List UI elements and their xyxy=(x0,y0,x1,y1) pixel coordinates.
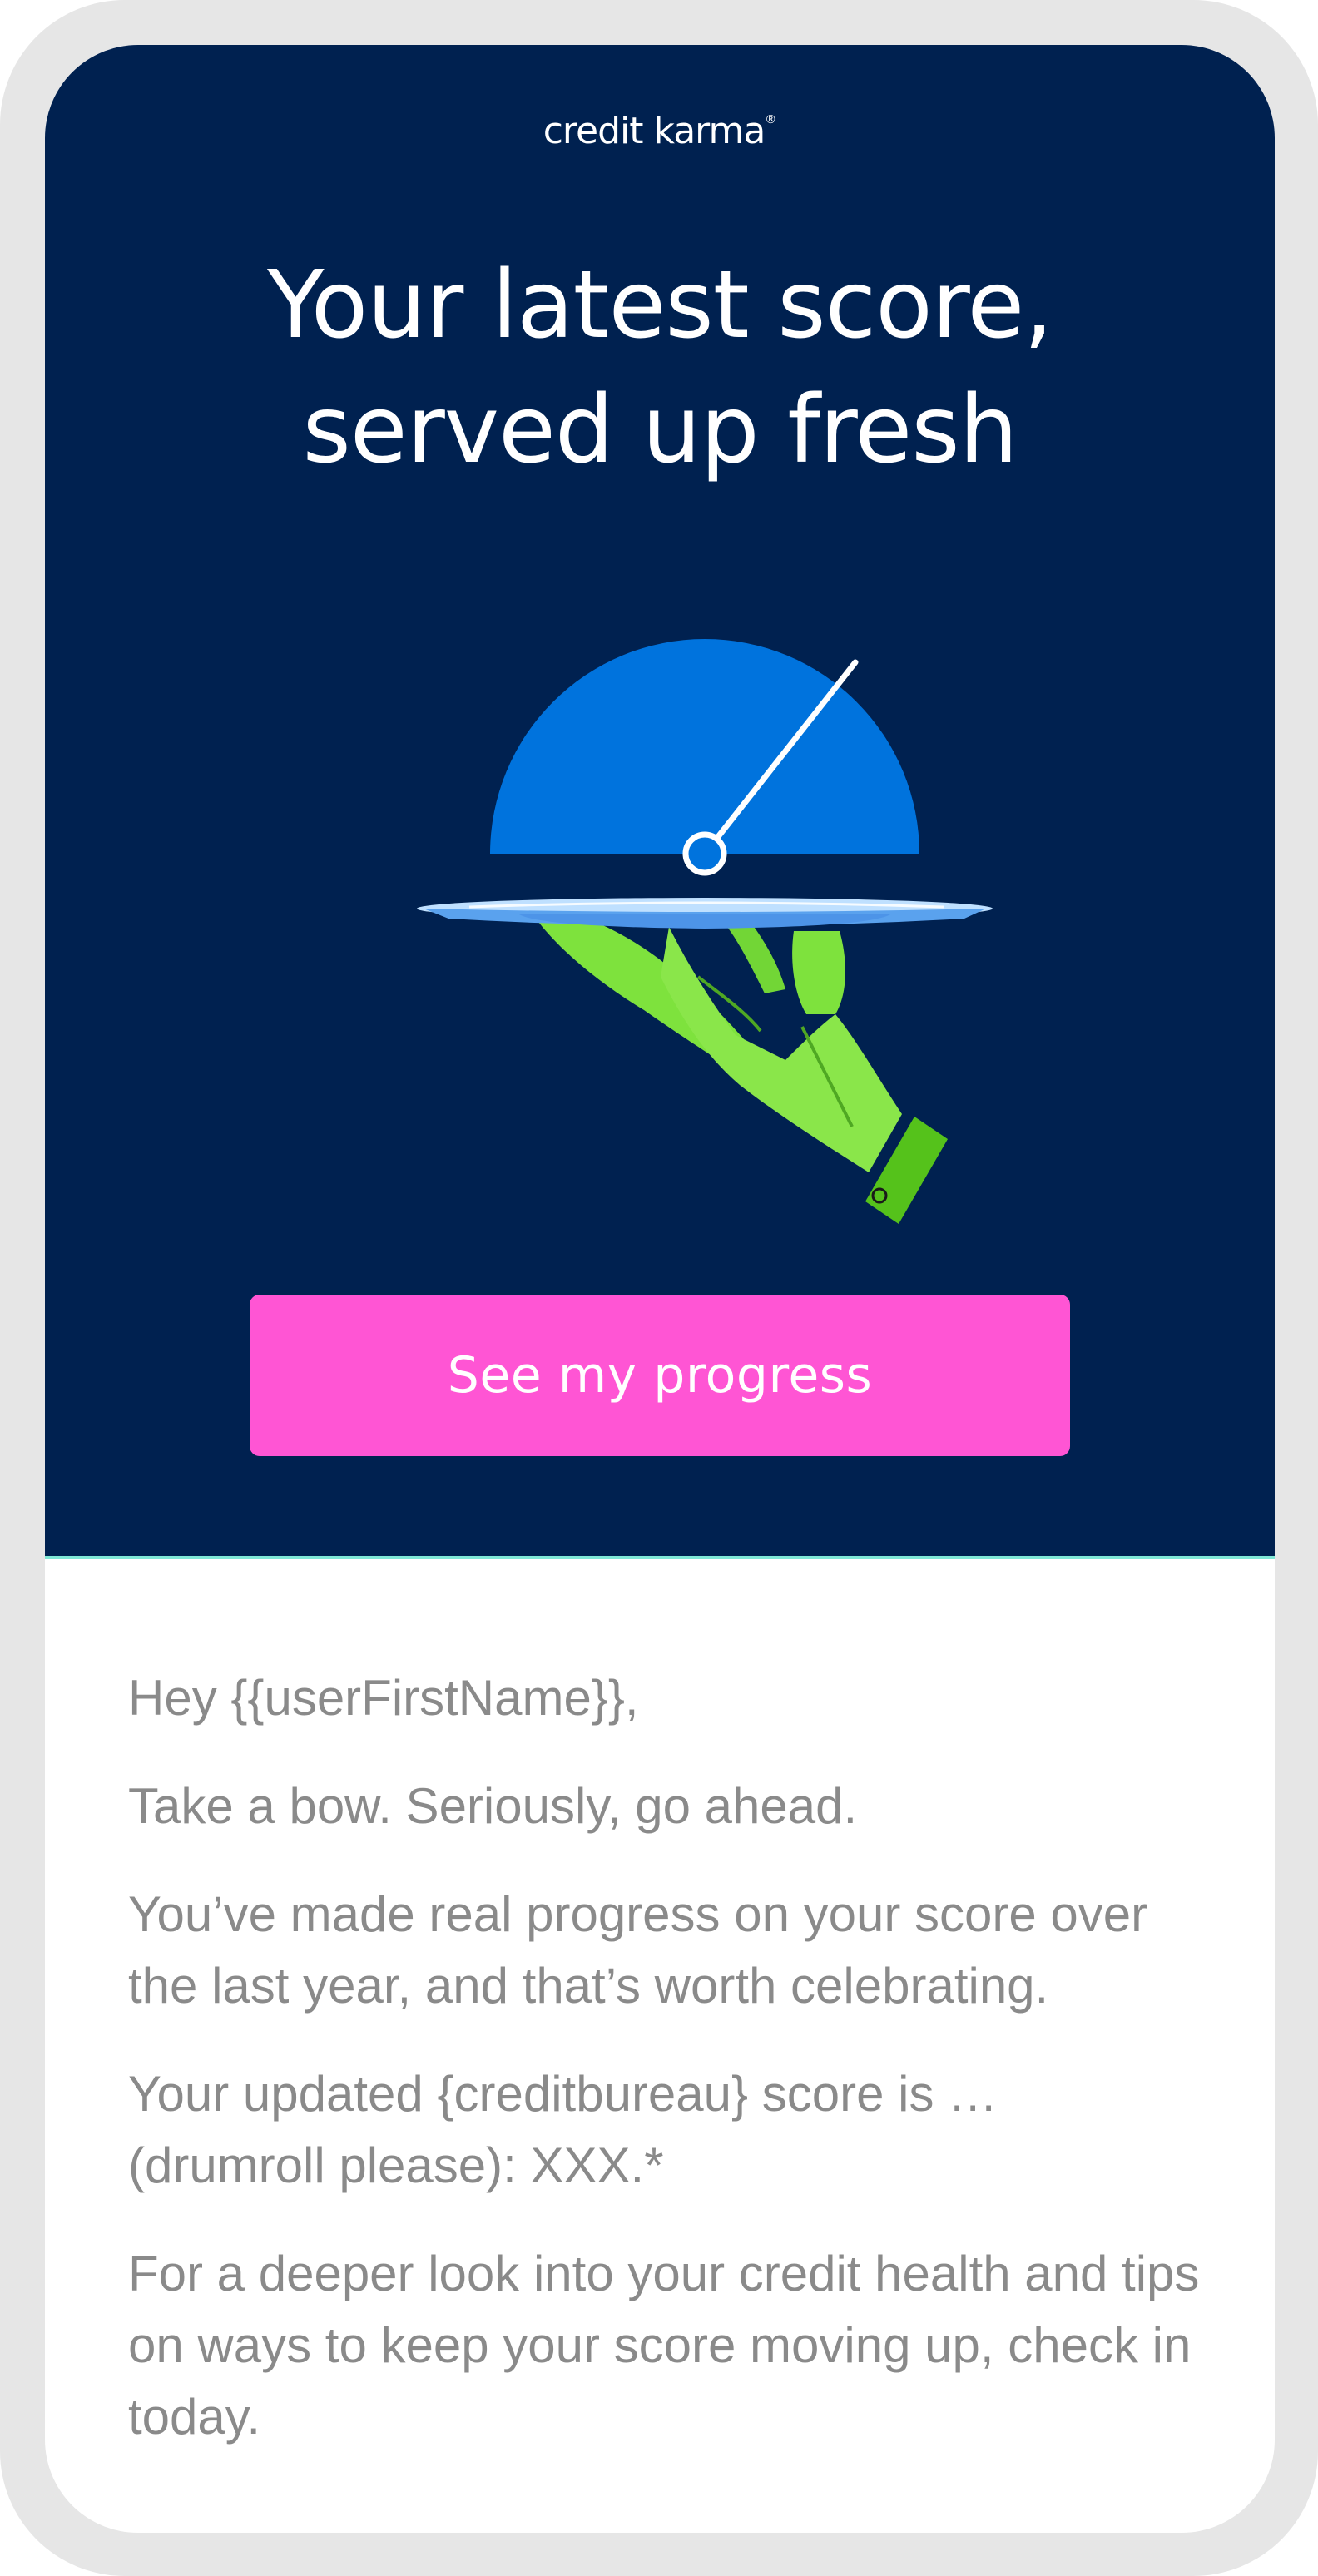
email-body: Hey {{userFirstName}}, Take a bow. Serio… xyxy=(128,1662,1202,2489)
serving-tray xyxy=(417,898,993,929)
credit-karma-logo[interactable]: credit karma® xyxy=(45,110,1275,152)
score-gauge-on-serving-tray-icon xyxy=(417,639,993,1224)
logo-text: credit karma xyxy=(543,110,766,152)
see-my-progress-button[interactable]: See my progress xyxy=(250,1295,1070,1456)
body-paragraph-1: Take a bow. Seriously, go ahead. xyxy=(128,1778,858,1834)
headline-line-2: served up fresh xyxy=(302,376,1018,484)
headline-line-1: Your latest score, xyxy=(267,251,1053,359)
body-paragraph-4: For a deeper look into your credit healt… xyxy=(128,2246,1200,2445)
serving-hand xyxy=(536,910,902,1172)
device-frame: credit karma® Your latest score, served … xyxy=(0,0,1318,2576)
greeting-text: Hey {{userFirstName}}, xyxy=(128,1670,639,1726)
body-paragraph-3: Your updated {creditbureau} score is … (… xyxy=(128,2066,998,2193)
body-paragraph-2: You’ve made real progress on your score … xyxy=(128,1886,1148,2014)
hero-headline: Your latest score, served up fresh xyxy=(45,243,1275,493)
logo-trademark: ® xyxy=(765,113,777,126)
email-screen: credit karma® Your latest score, served … xyxy=(45,45,1275,2533)
hero-banner: credit karma® Your latest score, served … xyxy=(45,45,1275,1559)
gauge-pivot xyxy=(682,831,727,876)
gauge-dome xyxy=(490,639,919,854)
